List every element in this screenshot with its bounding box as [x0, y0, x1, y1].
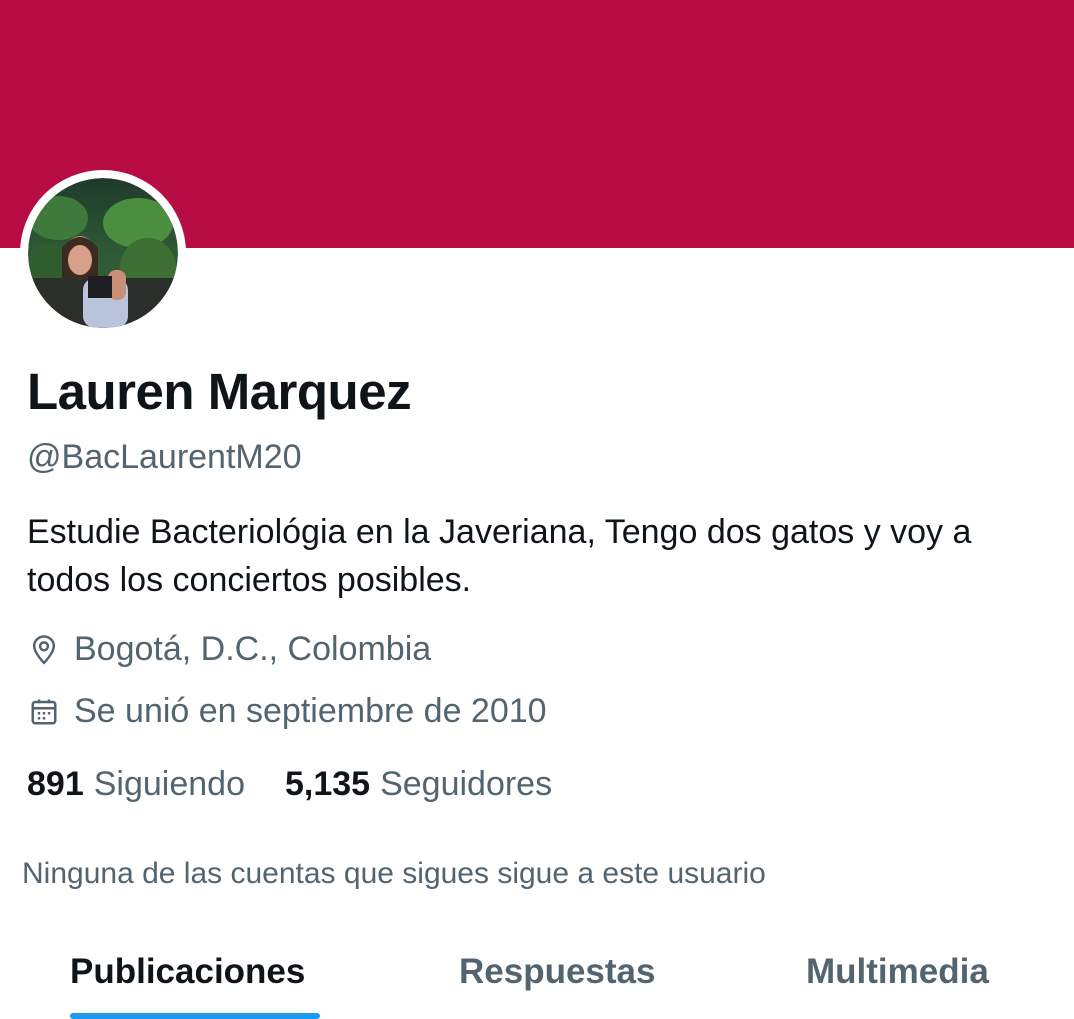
followers-label: Seguidores	[380, 765, 553, 803]
following-link[interactable]: 891 Siguiendo	[27, 765, 245, 804]
profile-page: Lauren Marquez @BacLaurentM20 Estudie Ba…	[0, 0, 1074, 1019]
active-tab-indicator	[70, 1013, 320, 1019]
avatar[interactable]	[20, 170, 186, 336]
calendar-icon	[27, 695, 61, 729]
avatar-photo	[28, 178, 178, 328]
tab-respuestas[interactable]: Respuestas	[459, 952, 655, 992]
tab-multimedia[interactable]: Multimedia	[806, 952, 989, 992]
join-date-text: Se unió en septiembre de 2010	[74, 692, 547, 730]
profile-handle: @BacLaurentM20	[27, 438, 302, 476]
following-count: 891	[27, 765, 84, 803]
location-pin-icon	[27, 633, 61, 667]
tab-publicaciones[interactable]: Publicaciones	[70, 952, 305, 992]
followers-count: 5,135	[284, 765, 371, 803]
profile-location: Bogotá, D.C., Colombia	[27, 630, 431, 669]
profile-bio: Estudie Bacteriológia en la Javeriana, T…	[27, 513, 972, 599]
location-text: Bogotá, D.C., Colombia	[74, 630, 432, 668]
profile-stats: 891 Siguiendo 5,135 Seguidores	[27, 765, 592, 804]
followers-you-know: Ninguna de las cuentas que sigues sigue …	[22, 857, 766, 890]
profile-tabs: Publicaciones Respuestas Multimedia	[0, 940, 1074, 1019]
profile-name: Lauren Marquez	[27, 363, 412, 420]
following-label: Siguiendo	[93, 765, 245, 803]
profile-join-date: Se unió en septiembre de 2010	[27, 692, 547, 731]
followers-link[interactable]: 5,135 Seguidores	[285, 765, 552, 804]
